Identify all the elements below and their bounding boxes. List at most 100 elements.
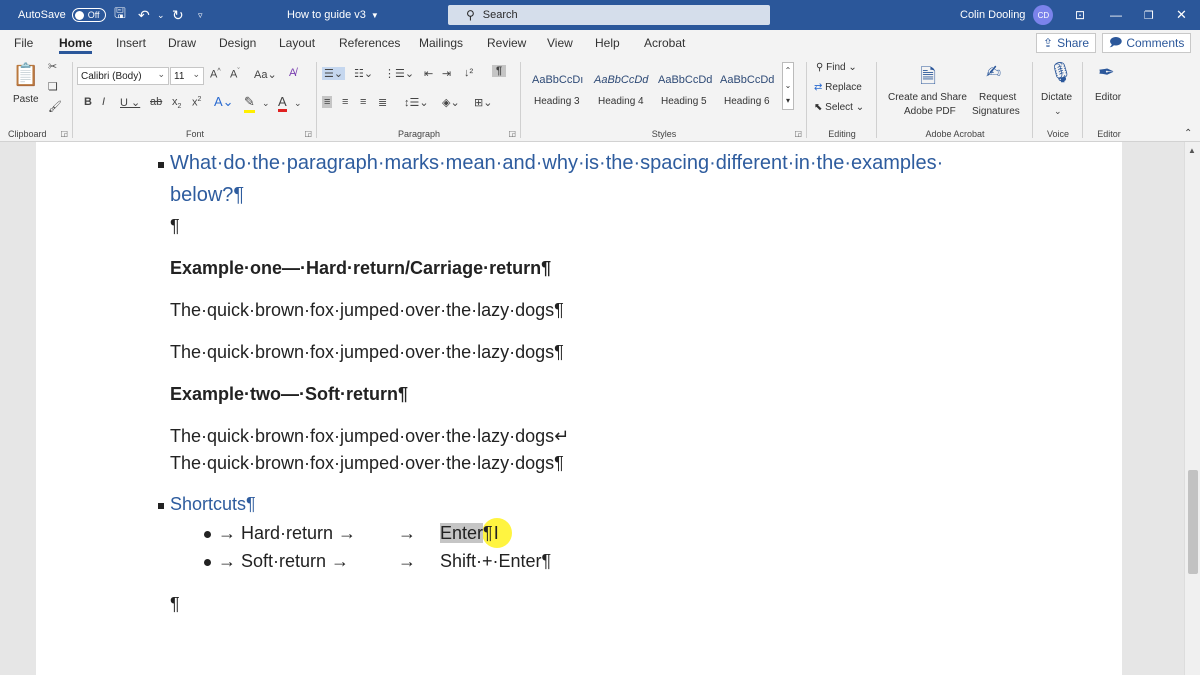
increase-indent-icon[interactable]: ⇥: [442, 67, 451, 80]
tab-acrobat[interactable]: Acrobat: [644, 30, 685, 56]
example-two-heading[interactable]: Example·two—·Soft·return¶: [170, 384, 408, 405]
decrease-indent-icon[interactable]: ⇤: [424, 67, 433, 80]
styles-scroll[interactable]: ⌃ ⌄ ▾: [782, 62, 794, 110]
clipboard-launcher-icon[interactable]: ◲: [60, 129, 68, 138]
select-button[interactable]: ⬉ Select ⌄: [814, 102, 864, 113]
scroll-thumb[interactable]: [1188, 470, 1198, 574]
dictate-button[interactable]: Dictate: [1041, 92, 1072, 103]
text-effects-icon[interactable]: A⌄: [214, 94, 234, 110]
heading-question-line-2[interactable]: below?¶: [170, 184, 244, 207]
vertical-scrollbar[interactable]: ▲: [1184, 142, 1200, 675]
selected-text[interactable]: Enter: [440, 523, 484, 543]
create-share-pdf-button[interactable]: Create and Share: [888, 92, 967, 103]
format-painter-icon[interactable]: 🖌: [48, 100, 62, 113]
search-box[interactable]: ⚲ Search: [448, 5, 770, 25]
styles-up-icon[interactable]: ⌃: [783, 63, 793, 78]
close-icon[interactable]: ✕: [1176, 0, 1187, 30]
request-signatures-button[interactable]: Request: [979, 92, 1016, 103]
cut-icon[interactable]: ✂: [48, 60, 57, 73]
align-center-icon[interactable]: ≡: [342, 96, 348, 108]
strikethrough-icon[interactable]: ab: [150, 96, 162, 108]
styles-launcher-icon[interactable]: ◲: [794, 129, 802, 138]
create-pdf-icon[interactable]: 🗎: [920, 62, 936, 96]
highlight-dropdown-icon[interactable]: ⌄: [262, 98, 270, 109]
editor-icon[interactable]: ✒: [1098, 60, 1115, 85]
tab-references[interactable]: References: [339, 30, 400, 56]
styles-more-icon[interactable]: ▾: [783, 93, 793, 108]
change-case-icon[interactable]: Aa⌄: [254, 68, 277, 81]
request-signatures-icon[interactable]: ✍: [986, 62, 1001, 83]
styles-down-icon[interactable]: ⌄: [783, 78, 793, 93]
style-sample-4[interactable]: AaBbCcDd: [720, 74, 774, 86]
clear-formatting-icon[interactable]: A̸: [289, 67, 296, 79]
style-heading-5[interactable]: Heading 5: [661, 96, 707, 107]
underline-icon[interactable]: U ⌄: [120, 96, 140, 109]
example-two-line-2[interactable]: The·quick·brown·fox·jumped·over·the·lazy…: [170, 453, 564, 474]
save-icon[interactable]: 🖫: [114, 0, 126, 30]
restore-icon[interactable]: ❐: [1144, 0, 1154, 30]
show-formatting-marks-icon[interactable]: ¶: [492, 65, 507, 77]
shading-icon[interactable]: ◈⌄: [442, 96, 460, 109]
autosave-toggle[interactable]: Off: [71, 8, 106, 22]
shortcut-key-enter[interactable]: Enter¶I: [440, 523, 499, 544]
heading-question-line-1[interactable]: What·do·the·paragraph·marks·mean·and·why…: [170, 152, 943, 175]
replace-button[interactable]: ⇄ Replace: [814, 82, 862, 93]
style-sample-1[interactable]: AaBbCcDı: [532, 74, 583, 86]
avatar[interactable]: CD: [1033, 5, 1054, 25]
empty-paragraph-1[interactable]: ¶: [170, 216, 180, 237]
microphone-icon[interactable]: 🎙: [1048, 60, 1073, 85]
tab-design[interactable]: Design: [219, 30, 256, 56]
tab-file[interactable]: File: [14, 30, 33, 56]
style-sample-3[interactable]: AaBbCcDd: [658, 74, 712, 86]
tab-view[interactable]: View: [547, 30, 573, 56]
minimize-icon[interactable]: —: [1110, 0, 1122, 30]
tab-home[interactable]: Home: [59, 30, 93, 56]
grow-font-icon[interactable]: A^: [210, 68, 221, 81]
undo-icon[interactable]: ↶: [138, 0, 150, 30]
style-heading-3[interactable]: Heading 3: [534, 96, 580, 107]
sort-icon[interactable]: ↓²: [464, 67, 473, 79]
bold-icon[interactable]: B: [84, 96, 92, 108]
collapse-ribbon-icon[interactable]: ⌃: [1184, 128, 1192, 139]
font-launcher-icon[interactable]: ◲: [304, 129, 312, 138]
shortcut-label-hard-return[interactable]: → Hard·return →: [218, 523, 356, 544]
example-one-heading[interactable]: Example·one—·Hard·return/Carriage·return…: [170, 258, 551, 279]
shortcut-label-soft-return[interactable]: → Soft·return →: [218, 551, 349, 572]
numbering-icon[interactable]: ☷⌄: [354, 67, 373, 80]
redo-icon[interactable]: ↻: [172, 0, 184, 30]
style-heading-4[interactable]: Heading 4: [598, 96, 644, 107]
tab-draw[interactable]: Draw: [168, 30, 196, 56]
document-page[interactable]: [36, 142, 1122, 675]
style-sample-2[interactable]: AaBbCcDd: [594, 74, 648, 86]
highlight-icon[interactable]: ✎: [244, 94, 255, 113]
undo-dropdown-icon[interactable]: ⌄: [157, 0, 165, 30]
shortcut-key-shift-enter[interactable]: Shift·+·Enter¶: [440, 551, 551, 572]
tab-mailings[interactable]: Mailings: [419, 30, 463, 56]
paste-icon[interactable]: 📋: [12, 62, 39, 88]
share-button[interactable]: ⇪ Share: [1036, 33, 1097, 53]
font-size-select[interactable]: 11: [170, 67, 204, 85]
shrink-font-icon[interactable]: Aˇ: [230, 68, 240, 81]
ribbon-display-icon[interactable]: ⊡: [1075, 0, 1085, 30]
font-color-icon[interactable]: A: [278, 94, 287, 112]
copy-icon[interactable]: ❏: [48, 80, 58, 93]
example-one-line-2[interactable]: The·quick·brown·fox·jumped·over·the·lazy…: [170, 342, 564, 363]
example-two-line-1[interactable]: The·quick·brown·fox·jumped·over·the·lazy…: [170, 426, 569, 447]
autosave[interactable]: AutoSave Off: [18, 0, 106, 30]
tab-layout[interactable]: Layout: [279, 30, 315, 56]
justify-icon[interactable]: ≣: [378, 96, 387, 109]
subscript-icon[interactable]: x2: [172, 96, 181, 110]
line-spacing-icon[interactable]: ↕☰⌄: [404, 96, 429, 109]
customize-toolbar-icon[interactable]: ▿: [198, 0, 203, 30]
italic-icon[interactable]: I: [102, 96, 105, 108]
comments-button[interactable]: 🗩 Comments: [1102, 33, 1192, 53]
multilevel-list-icon[interactable]: ⋮☰⌄: [384, 67, 414, 80]
align-left-icon[interactable]: ≡: [322, 96, 333, 108]
tab-review[interactable]: Review: [487, 30, 526, 56]
superscript-icon[interactable]: x2: [192, 96, 201, 109]
find-button[interactable]: ⚲ Find ⌄: [816, 62, 857, 73]
empty-paragraph-2[interactable]: ¶: [170, 594, 180, 615]
document-title[interactable]: How to guide v3 ▼: [287, 0, 379, 30]
account[interactable]: Colin Dooling CD: [960, 0, 1054, 30]
style-heading-6[interactable]: Heading 6: [724, 96, 770, 107]
